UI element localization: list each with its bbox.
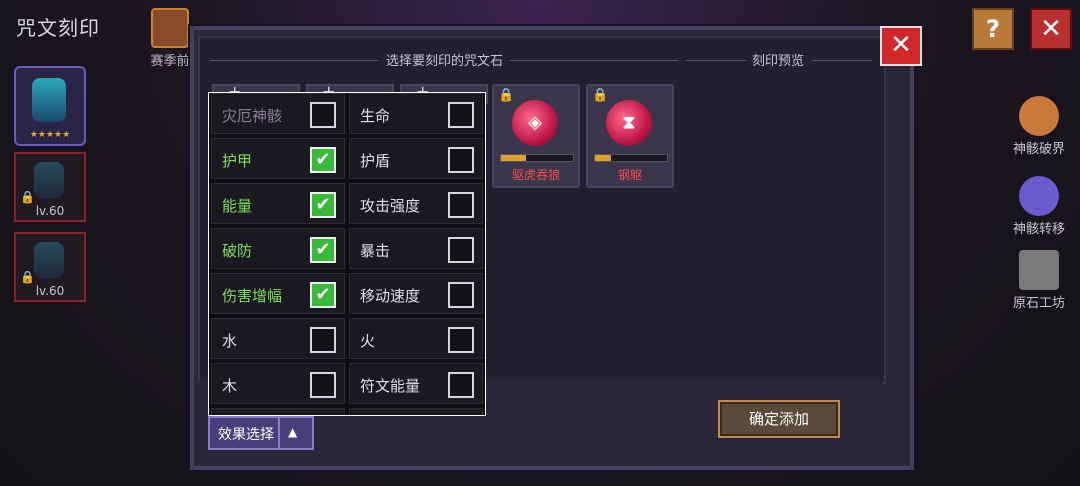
- page-title: 咒文刻印: [16, 16, 100, 40]
- divider: [278, 418, 280, 448]
- checkbox[interactable]: [310, 102, 336, 128]
- checkbox-checked[interactable]: ✔: [310, 282, 336, 308]
- divider: [210, 60, 378, 61]
- filter-label: 护盾: [360, 152, 391, 170]
- filter-option[interactable]: 护盾: [349, 138, 483, 179]
- side-menu-label: 原石工坊: [1012, 296, 1065, 311]
- transfer-icon: [1019, 176, 1059, 216]
- confirm-add-button[interactable]: 确定添加: [718, 400, 840, 438]
- checkbox-checked[interactable]: ✔: [310, 147, 336, 173]
- preview-header: 刻印预览: [752, 54, 805, 69]
- checkbox[interactable]: [448, 102, 474, 128]
- checkbox[interactable]: [448, 192, 474, 218]
- checkbox[interactable]: [448, 282, 474, 308]
- side-menu-transfer[interactable]: 神骸转移: [1004, 176, 1074, 237]
- filter-option[interactable]: 能量 ✔: [211, 183, 345, 224]
- stone-card[interactable]: 🔒 ◈ 驱虎吞狼: [492, 84, 580, 188]
- character-portrait: [34, 162, 64, 198]
- side-menu-break-limit[interactable]: 神骸破界: [1004, 96, 1074, 157]
- filter-option[interactable]: 暴击: [349, 228, 483, 269]
- anvil-icon: [1019, 250, 1059, 290]
- checkbox-checked[interactable]: ✔: [310, 192, 336, 218]
- filter-option[interactable]: 水: [211, 318, 345, 359]
- star-rating: ★★★★★: [29, 130, 71, 140]
- effect-select-label: 效果选择: [218, 427, 274, 443]
- filter-option[interactable]: 木: [211, 363, 345, 404]
- lock-icon: 🔒: [20, 190, 35, 204]
- filter-option[interactable]: 攻击强度: [349, 183, 483, 224]
- dialog-close-button[interactable]: ✕: [880, 26, 922, 66]
- character-level: lv.60: [35, 284, 65, 298]
- help-button[interactable]: ?: [972, 8, 1014, 50]
- filter-label: 攻击强度: [360, 197, 421, 215]
- filter-label: 暴击: [360, 242, 391, 260]
- select-header: 选择要刻印的咒文石: [386, 54, 504, 69]
- checkbox[interactable]: [310, 372, 336, 398]
- character-level: lv.60: [35, 204, 65, 218]
- gem-symbol: ⧗: [622, 112, 636, 133]
- filter-option[interactable]: 伤害增幅 ✔: [211, 273, 345, 314]
- character-slot-locked[interactable]: 🔒 lv.60: [14, 232, 86, 302]
- filter-label: 破防: [222, 242, 253, 260]
- character-portrait: [32, 78, 66, 122]
- page-close-button[interactable]: ✕: [1030, 8, 1072, 50]
- filter-option[interactable]: 灾厄神骸: [211, 93, 345, 134]
- progress-bar: [594, 154, 668, 162]
- filter-label: 火: [360, 332, 376, 350]
- filter-label: 护甲: [222, 152, 253, 170]
- checkbox[interactable]: [448, 327, 474, 353]
- filter-option[interactable]: [349, 408, 483, 415]
- filter-label: 灾厄神骸: [222, 107, 283, 125]
- divider: [510, 60, 678, 61]
- checkbox-checked[interactable]: ✔: [310, 237, 336, 263]
- checkbox[interactable]: [448, 147, 474, 173]
- side-menu-label: 神骸转移: [1012, 222, 1065, 237]
- filter-label: 伤害增幅: [222, 287, 283, 305]
- progress-bar: [500, 154, 574, 162]
- filter-label: 木: [222, 377, 238, 395]
- filter-option[interactable]: 护甲 ✔: [211, 138, 345, 179]
- filter-label: 能量: [222, 197, 253, 215]
- checkbox[interactable]: [310, 327, 336, 353]
- filter-label: 符文能量: [360, 377, 421, 395]
- character-slot-selected[interactable]: ★★★★★: [14, 66, 86, 146]
- season-icon: [151, 8, 189, 48]
- stone-name: 驱虎吞狼: [511, 168, 560, 182]
- stone-name: 钢躯: [617, 168, 642, 182]
- filter-option[interactable]: 移动速度: [349, 273, 483, 314]
- filter-label: 移动速度: [360, 287, 421, 305]
- break-limit-icon: [1019, 96, 1059, 136]
- character-portrait: [34, 242, 64, 278]
- filter-option[interactable]: 火: [349, 318, 483, 359]
- filter-option[interactable]: 破防 ✔: [211, 228, 345, 269]
- divider: [812, 60, 872, 61]
- divider: [686, 60, 746, 61]
- gem-symbol: ◈: [528, 112, 542, 133]
- chevron-up-icon: ▲: [288, 425, 298, 439]
- filter-option[interactable]: 符文能量: [349, 363, 483, 404]
- checkbox[interactable]: [448, 237, 474, 263]
- character-slot-locked[interactable]: 🔒 lv.60: [14, 152, 86, 222]
- filter-option[interactable]: [211, 408, 345, 415]
- filter-label: 水: [222, 332, 238, 350]
- side-menu-label: 神骸破界: [1012, 142, 1065, 157]
- lock-icon: 🔒: [20, 270, 35, 284]
- stone-card[interactable]: 🔒 ⧗ 钢躯: [586, 84, 674, 188]
- filter-label: 生命: [360, 107, 391, 125]
- effect-filter-dropdown[interactable]: 灾厄神骸 生命 护甲 ✔ 护盾 能量 ✔ 攻击强度 破防 ✔ 暴击 伤害增幅 ✔…: [208, 92, 486, 416]
- filter-option[interactable]: 生命: [349, 93, 483, 134]
- checkbox[interactable]: [448, 372, 474, 398]
- effect-select-button[interactable]: 效果选择 ▲: [208, 416, 314, 450]
- side-menu-workshop[interactable]: 原石工坊: [1004, 250, 1074, 311]
